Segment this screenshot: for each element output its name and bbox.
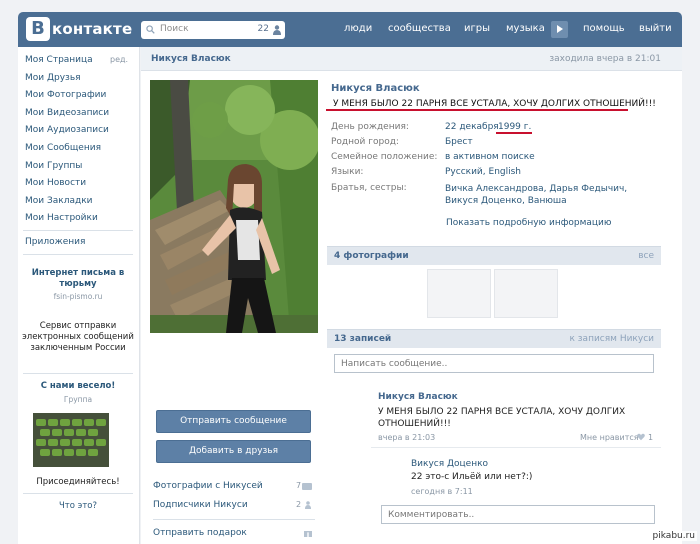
menu-divider: [23, 254, 133, 255]
nav-games[interactable]: игры: [464, 23, 490, 34]
send-message-button[interactable]: Отправить сообщение: [156, 410, 311, 433]
profile-name: Никуся Власюк: [331, 83, 420, 94]
like-count: 1: [648, 433, 654, 442]
languages-link[interactable]: Русский, English: [445, 167, 521, 177]
menu-divider: [23, 493, 133, 494]
vk-logo[interactable]: В контакте: [26, 17, 132, 41]
birthday-year-link[interactable]: 1999 г.: [498, 122, 531, 132]
like-link[interactable]: Мне нравится: [580, 433, 639, 442]
family-label: Семейное положение:: [331, 152, 438, 162]
wall-section-title: 13 записей: [334, 334, 392, 344]
menu-settings[interactable]: Мои Настройки: [25, 213, 98, 223]
wall-post-input[interactable]: Написать сообщение..: [334, 354, 654, 373]
profile-photo[interactable]: [150, 80, 318, 333]
add-friend-button[interactable]: Добавить в друзья: [156, 440, 311, 463]
nav-communities[interactable]: сообщества: [388, 23, 451, 34]
post-text: У МЕНЯ БЫЛО 22 ПАРНЯ ВСЕ УСТАЛА, ХОЧУ ДО…: [378, 407, 626, 429]
nav-help[interactable]: помощь: [583, 23, 625, 34]
subscribers-count: 2: [296, 500, 302, 509]
profile-bar-name: Никуся Власюк: [151, 54, 231, 64]
comment-divider: [371, 447, 661, 448]
camera-icon: [302, 483, 312, 490]
person-icon: [305, 501, 311, 509]
wall-post-placeholder: Написать сообщение..: [341, 359, 448, 369]
menu-groups[interactable]: Мои Группы: [25, 161, 82, 171]
menu-edit-link[interactable]: ред.: [110, 55, 128, 64]
menu-apps[interactable]: Приложения: [25, 237, 85, 247]
menu-my-page[interactable]: Моя Страница: [25, 55, 93, 65]
menu-messages[interactable]: Мои Сообщения: [25, 143, 101, 153]
person-icon: [273, 25, 281, 35]
search-placeholder: Поиск: [160, 24, 189, 34]
ad-fun-subtitle: Группа: [63, 395, 93, 404]
top-header: В контакте Поиск 22 люди сообщества игры…: [18, 12, 682, 47]
menu-divider: [23, 230, 133, 231]
hometown-link[interactable]: Брест: [445, 137, 473, 147]
comment-time[interactable]: сегодня в 7:11: [411, 487, 473, 496]
menu-divider: [23, 373, 133, 374]
hometown-label: Родной город:: [331, 137, 399, 147]
watermark: pikabu.ru: [650, 531, 697, 541]
subscribers-link[interactable]: Подписчики Никуси: [153, 500, 248, 510]
family-link[interactable]: в активном поиске: [445, 152, 535, 162]
comment-input[interactable]: Комментировать..: [381, 505, 655, 524]
online-status: заходила вчера в 21:01: [549, 54, 661, 64]
ad-prison-letters-url[interactable]: fsin-pismo.ru: [21, 292, 135, 301]
menu-news[interactable]: Мои Новости: [25, 178, 86, 188]
search-count: 22: [257, 24, 269, 34]
menu-photos[interactable]: Мои Фотографии: [25, 90, 106, 100]
photo-thumb[interactable]: [427, 269, 491, 318]
birthday-day-link[interactable]: 22 декабря: [445, 122, 499, 132]
photos-with-link[interactable]: Фотографии с Никусей: [153, 481, 263, 491]
comment-author[interactable]: Викуся Доценко: [411, 459, 488, 469]
profile-top-bar: Никуся Власюк заходила вчера в 21:01: [141, 47, 682, 71]
languages-label: Языки:: [331, 167, 364, 177]
logo-letter: В: [26, 17, 50, 41]
siblings-label: Братья, сестры:: [331, 183, 407, 193]
side-divider: [153, 519, 315, 520]
logo-text: контакте: [52, 20, 133, 38]
ad-what-link[interactable]: Что это?: [21, 501, 135, 511]
menu-audios[interactable]: Мои Аудиозаписи: [25, 125, 109, 135]
post-author[interactable]: Никуся Власюк: [378, 392, 458, 402]
left-menu: Моя Страница ред. Мои Друзья Мои Фотогра…: [18, 47, 140, 544]
ad-keyboard-image[interactable]: [33, 413, 109, 467]
send-gift-link[interactable]: Отправить подарок: [153, 528, 247, 538]
gift-icon: [304, 529, 312, 537]
photo-thumb[interactable]: [494, 269, 558, 318]
comment-text: 22 это-с Ильёй или нет?:): [411, 472, 533, 482]
year-underline: [496, 132, 532, 134]
photos-with-count: 7: [296, 481, 302, 490]
nav-logout[interactable]: выйти: [639, 23, 672, 34]
music-play-icon[interactable]: [551, 21, 568, 38]
birthday-label: День рождения:: [331, 122, 409, 132]
profile-status[interactable]: У МЕНЯ БЫЛО 22 ПАРНЯ ВСЕ УСТАЛА, ХОЧУ ДО…: [333, 99, 656, 109]
photos-section-title: 4 фотографии: [334, 251, 409, 261]
search-icon: [146, 25, 155, 34]
heart-icon[interactable]: [637, 433, 645, 441]
nav-music[interactable]: музыка: [506, 23, 545, 34]
ad-service-text[interactable]: Сервис отправки электронных сообщений за…: [21, 321, 135, 354]
photos-section-header[interactable]: 4 фотографии все: [327, 246, 661, 265]
siblings-links[interactable]: Вичка Александрова, Дарья Федычич, Викус…: [445, 183, 657, 207]
show-more-info-link[interactable]: Показать подробную информацию: [446, 218, 611, 228]
menu-videos[interactable]: Мои Видеозаписи: [25, 108, 109, 118]
comment-placeholder: Комментировать..: [388, 510, 475, 520]
search-input[interactable]: Поиск 22: [141, 21, 285, 39]
ad-fun-title[interactable]: С нами весело!: [21, 381, 135, 392]
profile-main: Никуся Власюк заходила вчера в 21:01 Отп…: [141, 47, 682, 544]
status-underline: [326, 109, 628, 111]
photos-all-link[interactable]: все: [638, 251, 654, 261]
menu-friends[interactable]: Мои Друзья: [25, 73, 81, 83]
ad-prison-letters-title[interactable]: Интернет письма в тюрьму: [21, 268, 135, 290]
post-time[interactable]: вчера в 21:03: [378, 433, 435, 442]
ad-join-text[interactable]: Присоединяйтесь!: [21, 477, 135, 488]
wall-section-header[interactable]: 13 записей к записям Никуси: [327, 329, 661, 348]
menu-bookmarks[interactable]: Мои Закладки: [25, 196, 92, 206]
nav-people[interactable]: люди: [344, 23, 372, 34]
wall-posts-link[interactable]: к записям Никуси: [569, 334, 654, 344]
